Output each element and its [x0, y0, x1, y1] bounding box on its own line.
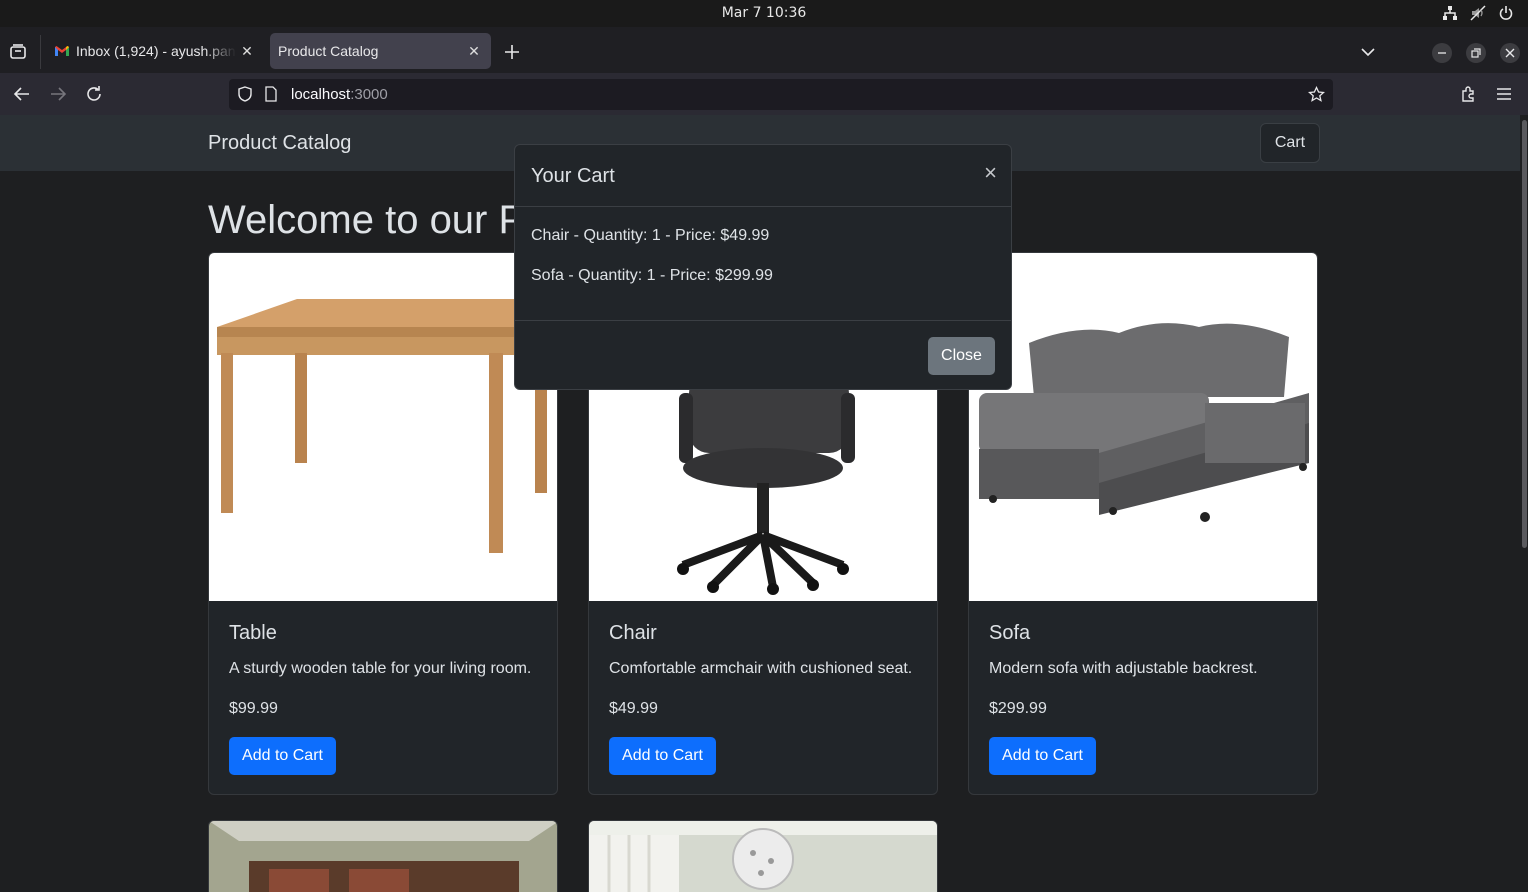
os-clock[interactable]: Mar 7 10:36: [0, 5, 1528, 21]
lamp-room-image: [589, 821, 937, 892]
modal-footer: Close: [515, 320, 1011, 390]
add-to-cart-button[interactable]: Add to Cart: [989, 737, 1096, 775]
forward-arrow-icon[interactable]: [48, 84, 68, 104]
url-host: localhost: [291, 86, 351, 103]
product-name: Chair: [609, 622, 657, 644]
url-port: :3000: [350, 86, 388, 103]
os-top-bar: Mar 7 10:36: [0, 0, 1528, 27]
bookmark-star-icon[interactable]: [1308, 86, 1325, 103]
url-text[interactable]: localhost:3000: [291, 86, 388, 103]
product-image-sofa: [969, 253, 1317, 601]
close-window-button[interactable]: [1500, 43, 1520, 63]
product-card-partial: [208, 820, 558, 892]
gmail-icon: [55, 46, 69, 56]
tab-product-catalog[interactable]: Product Catalog ✕: [270, 33, 491, 69]
room-image: [209, 821, 557, 892]
page-scrollbar[interactable]: [1520, 115, 1528, 892]
address-bar[interactable]: localhost:3000: [229, 79, 1333, 110]
product-price: $99.99: [229, 700, 278, 717]
modal-header: Your Cart ×: [515, 145, 1011, 207]
minimize-window-button[interactable]: [1432, 43, 1452, 63]
product-description: A sturdy wooden table for your living ro…: [229, 660, 532, 677]
cart-item: Sofa - Quantity: 1 - Price: $299.99: [531, 267, 773, 284]
back-arrow-icon[interactable]: [12, 84, 32, 104]
sofa-image: [979, 323, 1309, 522]
product-card-table: Table A sturdy wooden table for your liv…: [208, 252, 558, 795]
scrollbar-thumb[interactable]: [1522, 120, 1527, 548]
product-card-partial: [588, 820, 938, 892]
product-description: Modern sofa with adjustable backrest.: [989, 660, 1258, 677]
close-tab-icon[interactable]: ✕: [463, 40, 485, 62]
cart-button[interactable]: Cart: [1260, 123, 1320, 163]
close-tab-icon[interactable]: ✕: [236, 40, 258, 62]
add-to-cart-button[interactable]: Add to Cart: [229, 737, 336, 775]
reload-icon[interactable]: [84, 84, 104, 104]
product-name: Table: [229, 622, 277, 644]
minimize-icon: [1438, 52, 1446, 54]
network-icon[interactable]: [1442, 5, 1458, 21]
add-to-cart-button[interactable]: Add to Cart: [609, 737, 716, 775]
tab-title: Product Catalog: [278, 43, 379, 59]
shield-icon[interactable]: [237, 86, 253, 102]
restore-icon: [1471, 48, 1481, 58]
tab-overview-icon[interactable]: [8, 42, 28, 62]
tab-gmail-inbox[interactable]: Inbox (1,924) - ayush.pandey ✕: [44, 33, 264, 69]
menu-icon[interactable]: [1494, 84, 1514, 104]
power-icon[interactable]: [1498, 5, 1514, 21]
page-info-icon[interactable]: [263, 86, 279, 102]
tab-divider: [40, 35, 41, 69]
product-description: Comfortable armchair with cushioned seat…: [609, 660, 913, 677]
new-tab-icon[interactable]: [502, 42, 522, 62]
product-image-table: [209, 253, 557, 601]
restore-window-button[interactable]: [1466, 43, 1486, 63]
close-icon[interactable]: ×: [984, 162, 997, 184]
chevron-down-icon[interactable]: [1359, 43, 1377, 61]
close-icon: [1505, 48, 1515, 58]
browser-nav-bar: localhost:3000: [0, 73, 1528, 115]
modal-title: Your Cart: [531, 165, 615, 187]
close-button[interactable]: Close: [928, 337, 995, 375]
browser-tab-bar: Inbox (1,924) - ayush.pandey ✕ Product C…: [0, 27, 1528, 73]
product-card-sofa: Sofa Modern sofa with adjustable backres…: [968, 252, 1318, 795]
system-tray[interactable]: [1442, 5, 1514, 21]
product-price: $49.99: [609, 700, 658, 717]
product-price: $299.99: [989, 700, 1047, 717]
product-name: Sofa: [989, 622, 1031, 644]
cart-item: Chair - Quantity: 1 - Price: $49.99: [531, 227, 770, 244]
site-brand[interactable]: Product Catalog: [208, 132, 351, 155]
tab-title: Inbox (1,924) - ayush.pandey: [76, 43, 236, 59]
cart-modal: Your Cart × Chair - Quantity: 1 - Price:…: [514, 144, 1012, 390]
table-image: [217, 299, 553, 553]
extensions-icon[interactable]: [1459, 84, 1479, 104]
muted-speaker-icon[interactable]: [1470, 5, 1486, 21]
